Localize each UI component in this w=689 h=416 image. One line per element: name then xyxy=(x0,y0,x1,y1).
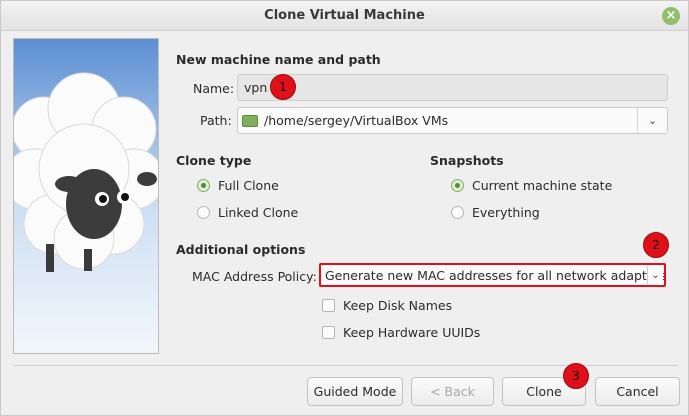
radio-current-state-label: Current machine state xyxy=(472,178,613,193)
guided-mode-button[interactable]: Guided Mode xyxy=(307,377,403,406)
mac-policy-value: Generate new MAC addresses for all netwo… xyxy=(325,267,666,283)
radio-linked-clone[interactable]: Linked Clone xyxy=(197,205,298,220)
folder-icon xyxy=(242,114,258,127)
sheep-illustration xyxy=(13,38,159,354)
radio-checked-icon xyxy=(451,179,464,192)
path-combo[interactable]: /home/sergey/VirtualBox VMs ⌄ xyxy=(237,107,668,134)
section-title-clone-type: Clone type xyxy=(176,153,252,168)
cancel-button[interactable]: Cancel xyxy=(595,377,680,406)
path-value: /home/sergey/VirtualBox VMs xyxy=(264,113,449,128)
keep-hw-uuids-label: Keep Hardware UUIDs xyxy=(343,325,481,340)
chevron-down-icon[interactable]: ⌄ xyxy=(637,108,667,133)
annotation-badge-3: 3 xyxy=(563,363,589,389)
annotation-badge-1: 1 xyxy=(270,74,296,100)
mac-policy-select[interactable]: Generate new MAC addresses for all netwo… xyxy=(319,263,666,287)
annotation-badge-2: 2 xyxy=(643,232,669,258)
close-icon[interactable]: × xyxy=(662,7,680,25)
keep-disk-names-label: Keep Disk Names xyxy=(343,298,453,313)
radio-checked-icon xyxy=(197,179,210,192)
window-title: Clone Virtual Machine xyxy=(264,8,425,23)
checkbox-keep-hw-uuids[interactable]: Keep Hardware UUIDs xyxy=(322,325,480,340)
checkbox-keep-disk-names[interactable]: Keep Disk Names xyxy=(322,298,452,313)
radio-linked-clone-label: Linked Clone xyxy=(218,205,299,220)
name-input[interactable]: vpn xyxy=(237,74,668,101)
title-bar: Clone Virtual Machine × xyxy=(1,1,688,31)
checkbox-box xyxy=(322,299,335,312)
name-input-value: vpn xyxy=(244,80,268,95)
chevron-down-icon[interactable]: ⌄ xyxy=(647,266,663,284)
radio-everything[interactable]: Everything xyxy=(451,205,540,220)
path-label: Path: xyxy=(200,113,232,128)
radio-unchecked-icon xyxy=(451,206,464,219)
radio-current-state[interactable]: Current machine state xyxy=(451,178,612,193)
radio-everything-label: Everything xyxy=(472,205,540,220)
name-label: Name: xyxy=(193,81,235,96)
mac-policy-label: MAC Address Policy: xyxy=(192,269,317,284)
radio-full-clone[interactable]: Full Clone xyxy=(197,178,279,193)
section-title-additional: Additional options xyxy=(176,242,306,257)
radio-unchecked-icon xyxy=(197,206,210,219)
back-button[interactable]: < Back xyxy=(411,377,494,406)
section-title-snapshots: Snapshots xyxy=(430,153,504,168)
clone-vm-dialog: Clone Virtual Machine × New machine name… xyxy=(0,0,689,416)
radio-full-clone-label: Full Clone xyxy=(218,178,279,193)
checkbox-box xyxy=(322,326,335,339)
section-title-name-path: New machine name and path xyxy=(176,52,381,67)
